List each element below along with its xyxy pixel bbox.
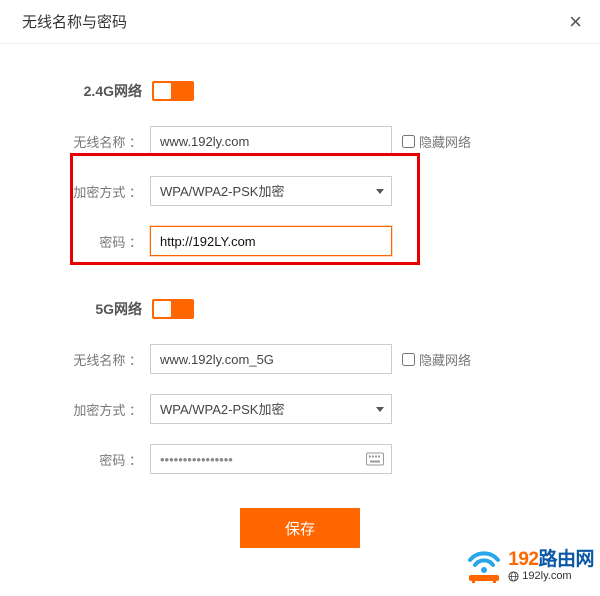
band24-heading: 2.4G网络 xyxy=(0,81,150,101)
save-button[interactable]: 保存 xyxy=(240,508,360,548)
band24-toggle[interactable] xyxy=(152,81,194,101)
band5-enc-select[interactable]: WPA/WPA2-PSK加密 xyxy=(150,394,392,424)
close-icon[interactable]: × xyxy=(569,11,582,33)
band5-pwd-input[interactable] xyxy=(150,444,392,474)
dialog-title: 无线名称与密码 xyxy=(22,11,127,32)
band24-ssid-input[interactable] xyxy=(150,126,392,156)
band24-pwd-input[interactable] xyxy=(150,226,392,256)
wifi-router-icon xyxy=(464,548,504,584)
band5-hide-checkbox[interactable] xyxy=(402,353,415,366)
watermark-title: 192路由网 xyxy=(508,550,594,570)
band5-hide-label: 隐藏网络 xyxy=(419,350,471,369)
band24-hide-wrap[interactable]: 隐藏网络 xyxy=(402,132,471,151)
band24-hide-label: 隐藏网络 xyxy=(419,132,471,151)
globe-icon xyxy=(508,571,519,582)
watermark: 192路由网 192ly.com xyxy=(464,548,594,584)
watermark-url: 192ly.com xyxy=(508,571,594,583)
band24-pwd-label: 密码 ： xyxy=(0,232,150,251)
band5-enc-label: 加密方式 ： xyxy=(0,400,150,419)
band5-heading: 5G网络 xyxy=(0,299,150,319)
band5-ssid-label: 无线名称 ： xyxy=(0,350,150,369)
band24-enc-select[interactable]: WPA/WPA2-PSK加密 xyxy=(150,176,392,206)
band24-hide-checkbox[interactable] xyxy=(402,135,415,148)
band24-ssid-label: 无线名称 ： xyxy=(0,132,150,151)
band5-toggle[interactable] xyxy=(152,299,194,319)
band5-hide-wrap[interactable]: 隐藏网络 xyxy=(402,350,471,369)
band5-ssid-input[interactable] xyxy=(150,344,392,374)
band24-enc-label: 加密方式 ： xyxy=(0,182,150,201)
band5-pwd-label: 密码 ： xyxy=(0,450,150,469)
